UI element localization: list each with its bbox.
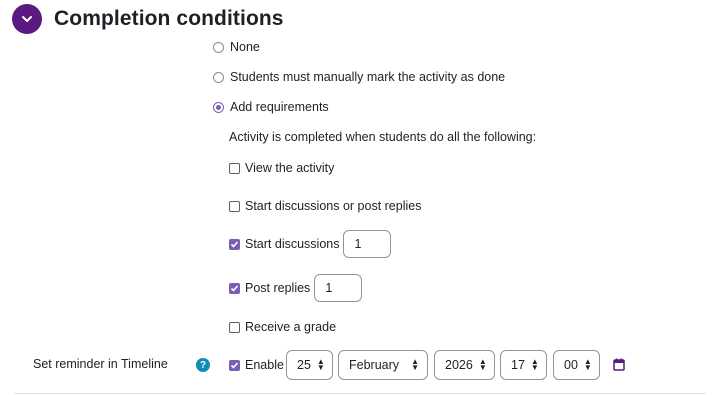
option-none-label: None [230, 40, 260, 54]
month-select[interactable]: February ▲ ▼ [338, 350, 428, 380]
start-count-input[interactable] [343, 230, 392, 258]
option-manual[interactable]: Students must manually mark the activity… [213, 70, 505, 84]
select-arrows-icon: ▲ ▼ [530, 357, 539, 372]
year-value: 2026 [445, 358, 473, 372]
minute-value: 00 [564, 358, 578, 372]
start-or-post-checkbox[interactable] [229, 200, 240, 212]
condition-start-label: Start discussions [245, 237, 340, 251]
requirements-intro: Activity is completed when students do a… [229, 130, 537, 144]
radio-requirements[interactable] [213, 101, 224, 113]
condition-post[interactable]: Post replies [229, 274, 363, 302]
option-none[interactable]: None [213, 40, 260, 54]
month-value: February [349, 358, 400, 372]
post-count-input[interactable] [314, 274, 363, 302]
calendar-icon[interactable] [613, 358, 625, 371]
post-checkbox[interactable] [229, 282, 240, 294]
reminder-label: Set reminder in Timeline [33, 357, 168, 371]
select-arrows-icon: ▲ ▼ [411, 357, 419, 372]
hour-select[interactable]: 17 ▲ ▼ [500, 350, 547, 380]
view-checkbox[interactable] [229, 162, 240, 174]
section-header: Completion conditions [12, 4, 284, 34]
condition-post-label: Post replies [245, 281, 311, 295]
radio-none[interactable] [213, 41, 224, 53]
collapse-toggle-button[interactable] [12, 4, 42, 34]
reminder-enable[interactable]: Enable [229, 358, 284, 372]
day-value: 25 [297, 358, 311, 372]
day-select[interactable]: 25 ▲ ▼ [286, 350, 333, 380]
year-select[interactable]: 2026 ▲ ▼ [434, 350, 495, 380]
section-divider [14, 393, 706, 394]
select-arrows-icon: ▲ ▼ [583, 357, 592, 372]
start-checkbox[interactable] [229, 238, 240, 250]
option-requirements-label: Add requirements [230, 100, 329, 114]
enable-checkbox[interactable] [229, 359, 240, 371]
select-arrows-icon: ▲ ▼ [478, 357, 487, 372]
option-manual-label: Students must manually mark the activity… [230, 70, 506, 84]
enable-label: Enable [245, 358, 284, 372]
condition-view[interactable]: View the activity [229, 161, 334, 175]
condition-grade-label: Receive a grade [245, 320, 337, 334]
condition-view-label: View the activity [245, 161, 335, 175]
hour-value: 17 [511, 358, 525, 372]
condition-grade[interactable]: Receive a grade [229, 320, 336, 334]
section-title: Completion conditions [54, 7, 284, 30]
condition-start[interactable]: Start discussions [229, 230, 392, 258]
chevron-down-icon [22, 16, 32, 22]
radio-manual[interactable] [213, 71, 224, 83]
minute-select[interactable]: 00 ▲ ▼ [553, 350, 600, 380]
option-requirements[interactable]: Add requirements [213, 100, 329, 114]
condition-start-or-post-label: Start discussions or post replies [245, 199, 422, 213]
condition-start-or-post[interactable]: Start discussions or post replies [229, 199, 421, 213]
select-arrows-icon: ▲ ▼ [316, 357, 325, 372]
question-icon[interactable]: ? [196, 358, 210, 372]
grade-checkbox[interactable] [229, 321, 240, 333]
